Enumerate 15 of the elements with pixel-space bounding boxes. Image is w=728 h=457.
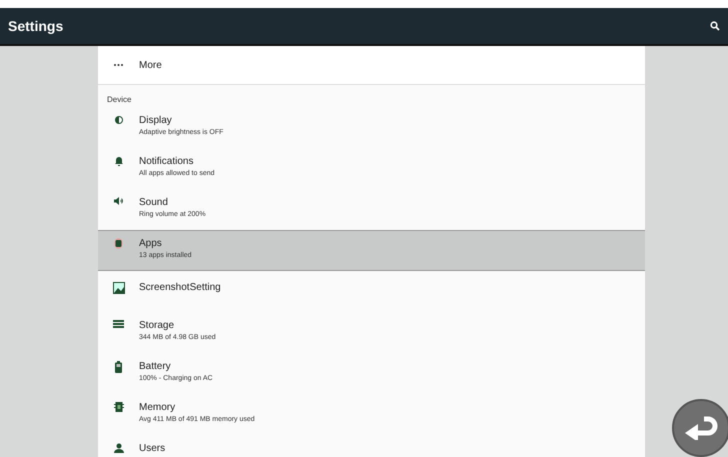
more-row[interactable]: More xyxy=(98,46,645,85)
item-title: Memory xyxy=(139,402,176,413)
section-header: Device xyxy=(106,94,132,106)
item-title: Storage xyxy=(139,320,176,331)
item-title: ScreenshotSetting xyxy=(139,282,221,293)
item-title: Users xyxy=(139,443,166,454)
settings-item[interactable]: Users xyxy=(98,435,645,457)
item-title: Apps xyxy=(139,238,163,249)
more-label: More xyxy=(139,60,162,70)
item-title: Display xyxy=(139,115,173,126)
settings-item[interactable]: ScreenshotSetting xyxy=(98,271,645,312)
item-title: Battery xyxy=(139,361,172,372)
item-title: Notifications xyxy=(139,156,194,167)
app-title: Settings xyxy=(8,18,64,34)
item-title: Sound xyxy=(139,197,169,208)
